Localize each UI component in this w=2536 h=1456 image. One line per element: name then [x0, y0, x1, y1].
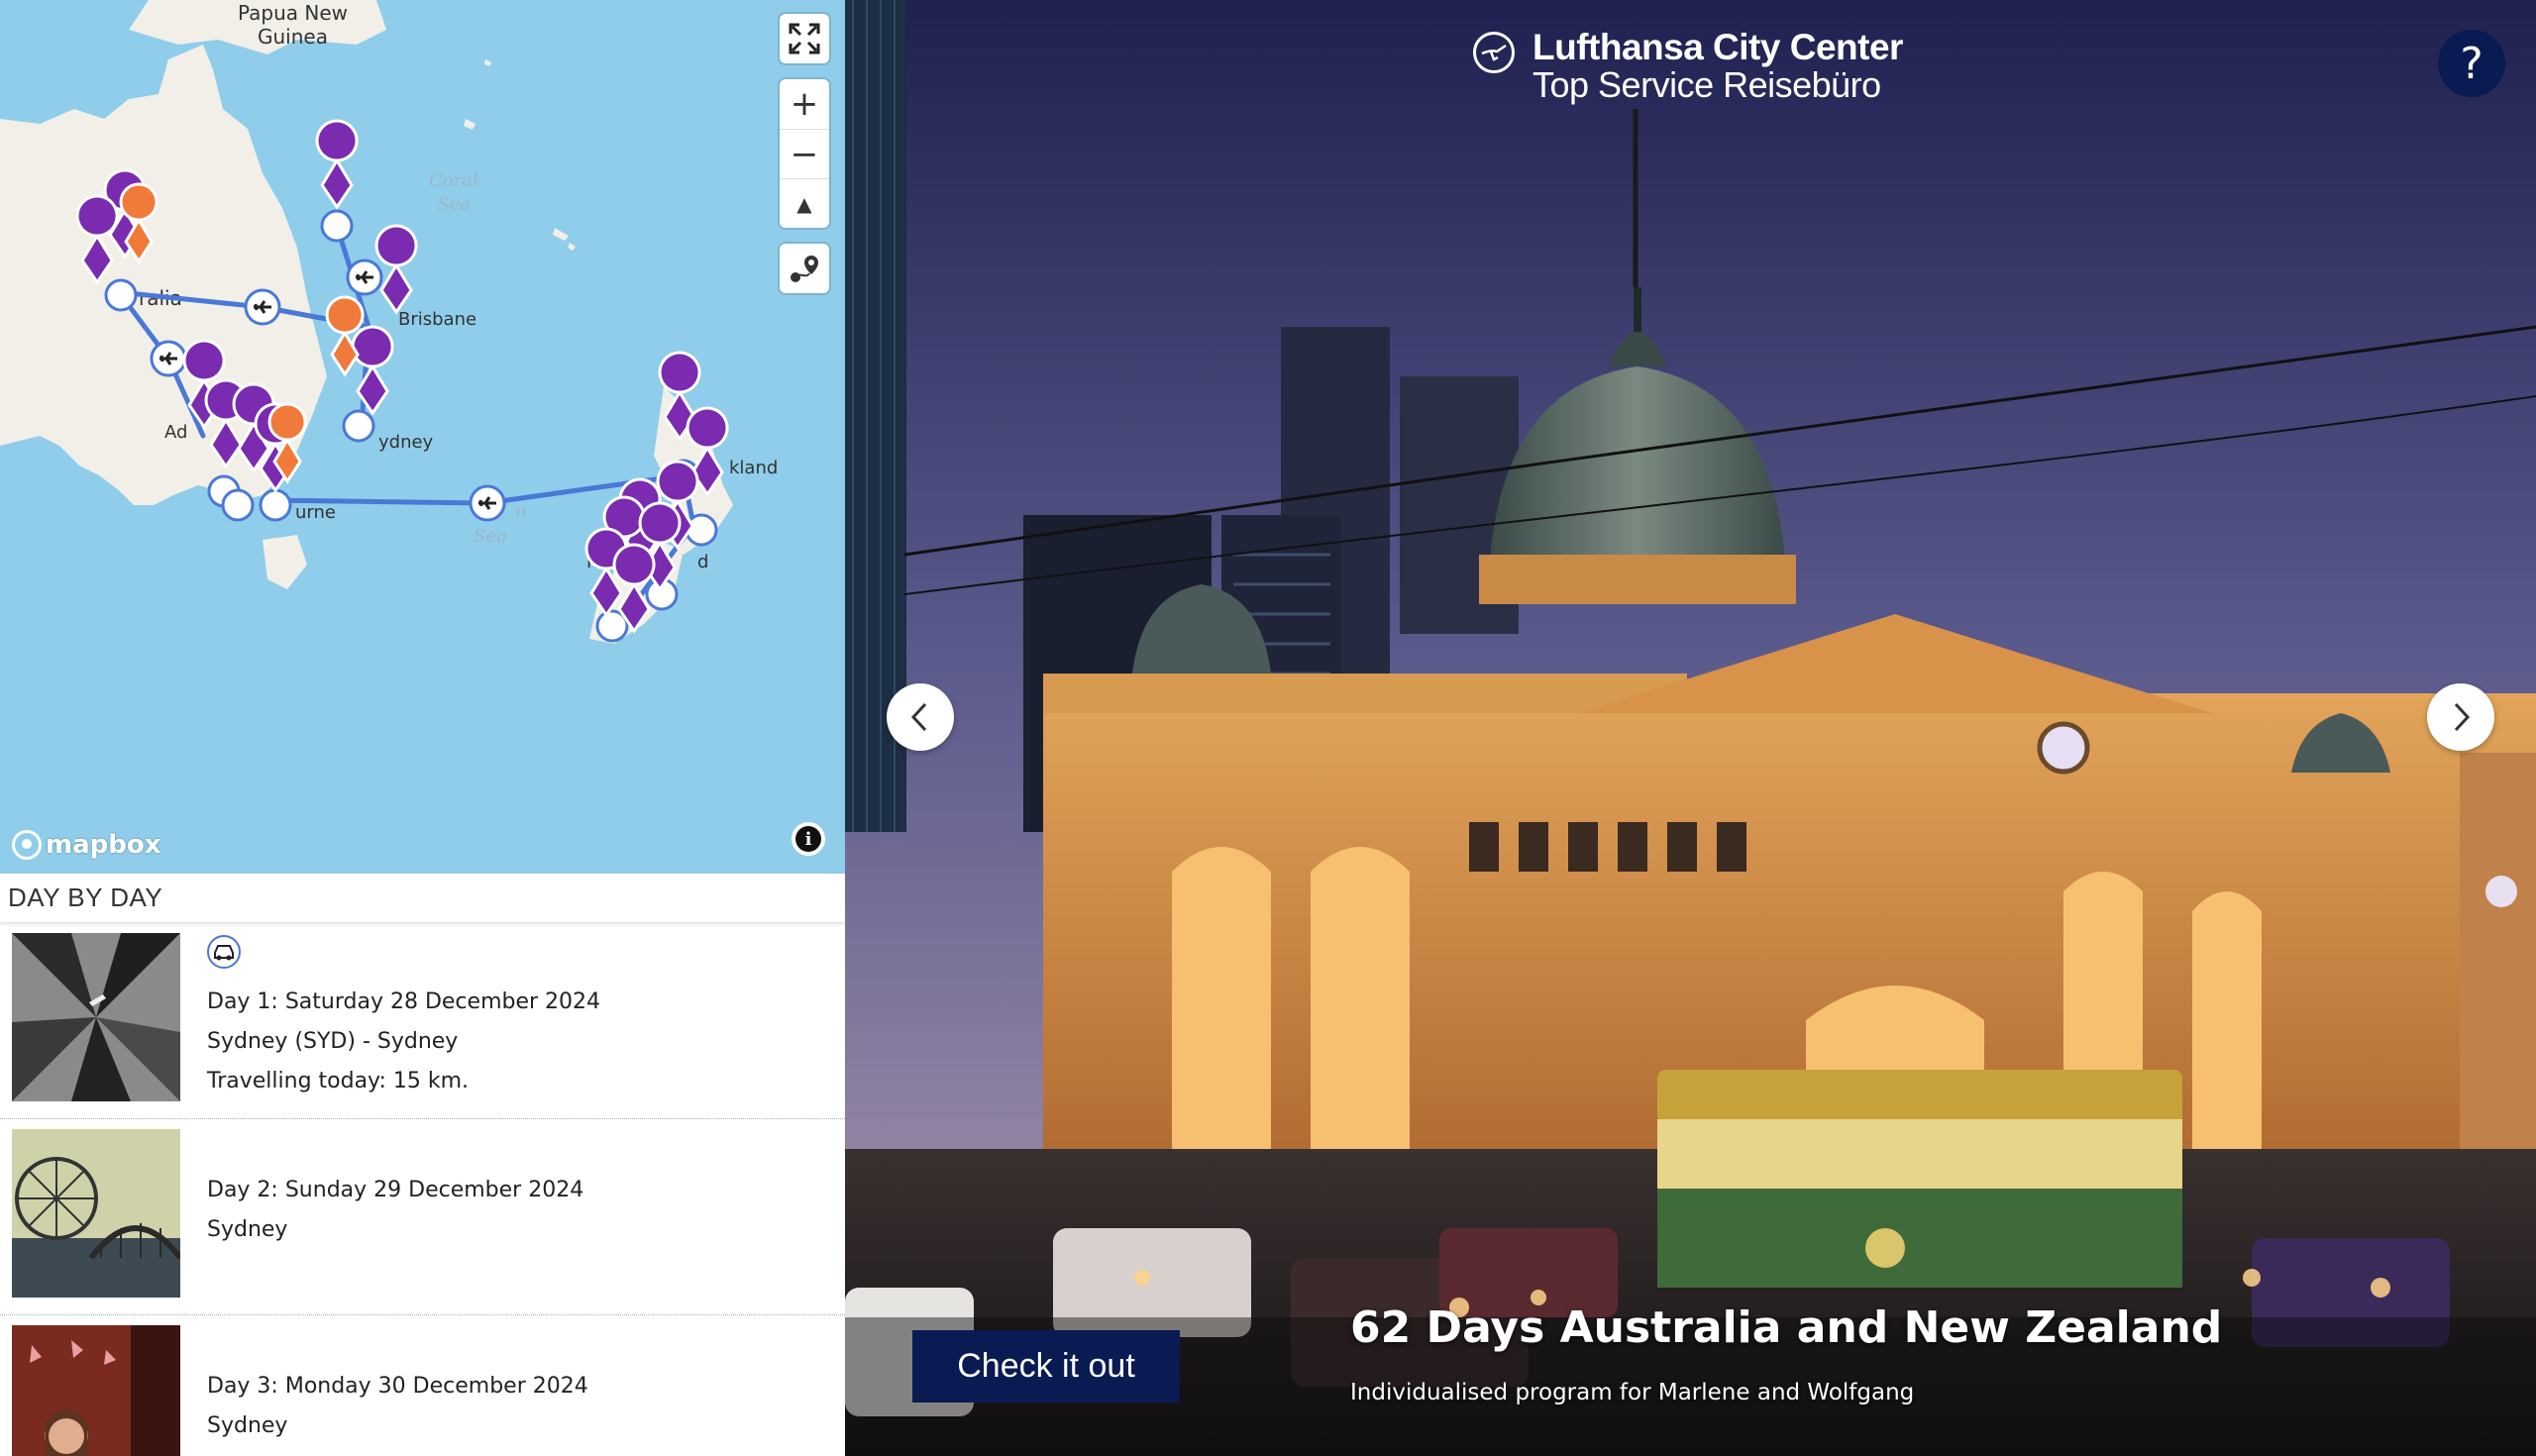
brand-name: Lufthansa City Center — [1532, 27, 1903, 67]
day-list: Day 1: Saturday 28 December 2024 Sydney … — [0, 923, 845, 1456]
day-item-2[interactable]: Day 2: Sunday 29 December 2024 Sydney — [0, 1119, 845, 1315]
day-2-place: Sydney — [207, 1217, 288, 1242]
guinea-label: Guinea — [258, 25, 328, 49]
adelaide-label: Ad — [164, 422, 187, 443]
check-it-out-button[interactable]: Check it out — [912, 1330, 1180, 1403]
prev-slide-button[interactable] — [887, 683, 954, 751]
brand-tagline: Top Service Reisebüro — [1532, 64, 1881, 105]
day-2-details: Day 2: Sunday 29 December 2024 Sydney — [207, 1171, 583, 1250]
day-1-route: Sydney (SYD) - Sydney — [207, 1029, 459, 1054]
map-canvas[interactable]: Coral Sea n Sea Papua New Guinea ralia B… — [0, 0, 845, 874]
zoom-controls: + − ▲ — [780, 79, 829, 228]
next-slide-button[interactable] — [2427, 683, 2494, 751]
zoom-out-button[interactable]: − — [780, 129, 829, 178]
trip-title: 62 Days Australia and New Zealand — [1350, 1302, 2223, 1353]
route-control[interactable] — [780, 244, 829, 293]
day-item-3[interactable]: Day 3: Monday 30 December 2024 Sydney — [0, 1315, 845, 1456]
day-item-1[interactable]: Day 1: Saturday 28 December 2024 Sydney … — [0, 923, 845, 1119]
coral-label: Coral — [429, 170, 478, 191]
tasman-label: n — [515, 501, 527, 522]
day-1-thumbnail — [12, 933, 180, 1101]
day-2-thumbnail — [12, 1129, 180, 1298]
coral-sea-label: Sea — [437, 194, 471, 215]
day-3-place: Sydney — [207, 1413, 288, 1438]
brisbane-label: Brisbane — [398, 309, 476, 330]
mapbox-logo-text: mapbox — [46, 830, 161, 860]
compass-icon: ▲ — [796, 191, 812, 216]
route-icon[interactable] — [780, 244, 829, 293]
sydney-label: ydney — [378, 432, 434, 453]
chevron-left-icon — [910, 702, 927, 732]
day-1-distance: Travelling today: 15 km. — [207, 1069, 470, 1093]
day-1-details: Day 1: Saturday 28 December 2024 Sydney … — [207, 983, 600, 1101]
day-3-thumbnail — [12, 1325, 180, 1456]
brand-logo: Lufthansa City Center Top Service Reiseb… — [1473, 28, 1903, 103]
car-icon — [207, 935, 241, 969]
fullscreen-icon[interactable] — [780, 14, 829, 63]
hero-photo — [845, 0, 2536, 1456]
zoom-in-button[interactable]: + — [780, 79, 829, 129]
day-by-day-header: DAY BY DAY — [0, 874, 845, 923]
route-map[interactable]: Coral Sea n Sea Papua New Guinea ralia B… — [0, 0, 845, 874]
day-2-date: Day 2: Sunday 29 December 2024 — [207, 1178, 584, 1202]
tasmania-land — [263, 535, 307, 589]
trip-subtitle: Individualised program for Marlene and W… — [1350, 1380, 1915, 1405]
mapbox-logo-icon — [12, 830, 42, 860]
day-3-details: Day 3: Monday 30 December 2024 Sydney — [207, 1367, 588, 1446]
papua-label: Papua New — [238, 1, 348, 25]
melbourne-label: urne — [295, 502, 336, 523]
help-icon: ? — [2460, 38, 2483, 89]
hero-slider: Lufthansa City Center Top Service Reiseb… — [845, 0, 2536, 1456]
auckland-label: kland — [729, 458, 778, 478]
nz-d-label: d — [697, 552, 708, 572]
mapbox-logo[interactable]: mapbox — [12, 830, 161, 860]
help-button[interactable]: ? — [2438, 30, 2505, 97]
day-3-date: Day 3: Monday 30 December 2024 — [207, 1374, 588, 1399]
islands — [464, 59, 576, 251]
chevron-right-icon — [2454, 702, 2471, 732]
day-1-date: Day 1: Saturday 28 December 2024 — [207, 989, 601, 1014]
day-by-day-title: DAY BY DAY — [8, 883, 163, 912]
compass-button[interactable]: ▲ — [780, 178, 829, 228]
info-icon: i — [795, 826, 821, 852]
itinerary-panel: Coral Sea n Sea Papua New Guinea ralia B… — [0, 0, 845, 1456]
tasman-sea-label: Sea — [474, 526, 507, 547]
crane-logo-icon — [1473, 32, 1515, 73]
fullscreen-control[interactable] — [780, 14, 829, 63]
attribution-button[interactable]: i — [792, 822, 825, 856]
